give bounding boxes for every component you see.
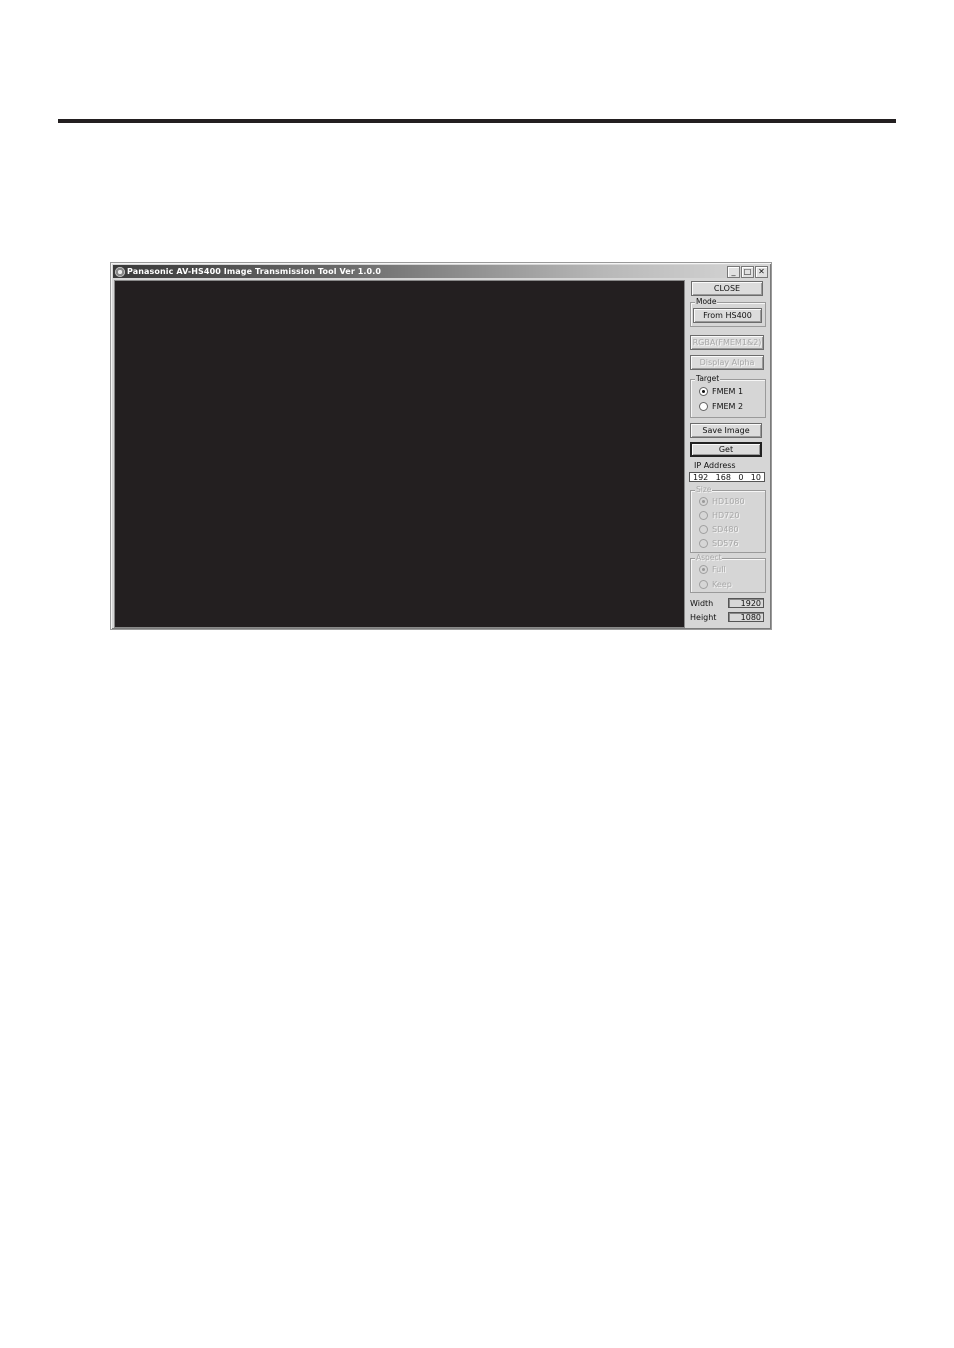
width-label: Width bbox=[690, 599, 714, 608]
target-fmem1-radio[interactable]: FMEM 1 bbox=[699, 387, 743, 396]
ip-octet-3[interactable]: 0 bbox=[738, 473, 743, 482]
radio-label: Full bbox=[712, 565, 726, 574]
aspect-keep-radio[interactable]: Keep bbox=[699, 580, 732, 589]
close-window-button[interactable]: ✕ bbox=[755, 266, 768, 278]
mode-group: Mode From HS400 bbox=[690, 297, 766, 327]
radio-unchecked-icon[interactable] bbox=[699, 525, 708, 534]
aspect-group: Aspect Full Keep bbox=[690, 553, 766, 593]
save-image-button[interactable]: Save Image bbox=[690, 423, 762, 438]
height-field[interactable]: 1080 bbox=[728, 612, 764, 622]
radio-label: FMEM 2 bbox=[712, 402, 744, 411]
ip-address-field[interactable]: 192 168 0 10 bbox=[689, 472, 765, 482]
radio-checked-icon[interactable] bbox=[699, 497, 708, 506]
radio-checked-icon[interactable] bbox=[699, 387, 708, 396]
size-sd480-radio[interactable]: SD480 bbox=[699, 525, 739, 534]
display-alpha-button[interactable]: Display Alpha bbox=[690, 355, 764, 370]
width-field[interactable]: 1920 bbox=[728, 598, 764, 608]
minimize-button[interactable]: _ bbox=[727, 266, 740, 278]
ip-octet-1[interactable]: 192 bbox=[693, 473, 708, 482]
size-hd1080-radio[interactable]: HD1080 bbox=[699, 497, 745, 506]
aspect-label: Aspect bbox=[695, 553, 723, 562]
target-group: Target FMEM 1 FMEM 2 bbox=[690, 374, 766, 418]
page-header-rule bbox=[58, 119, 896, 123]
image-preview-area bbox=[114, 280, 685, 628]
target-fmem2-radio[interactable]: FMEM 2 bbox=[699, 402, 743, 411]
ip-octet-4[interactable]: 10 bbox=[751, 473, 761, 482]
radio-unchecked-icon[interactable] bbox=[699, 539, 708, 548]
title-bar[interactable]: Panasonic AV-HS400 Image Transmission To… bbox=[113, 265, 769, 278]
mode-label: Mode bbox=[695, 297, 718, 306]
target-label: Target bbox=[695, 374, 721, 383]
radio-label: SD480 bbox=[712, 525, 739, 534]
panasonic-app-icon bbox=[115, 266, 125, 277]
maximize-button[interactable]: □ bbox=[741, 266, 754, 278]
size-group: Size HD1080 HD720 SD480 SD576 bbox=[690, 485, 766, 553]
radio-label: Keep bbox=[712, 580, 732, 589]
radio-unchecked-icon[interactable] bbox=[699, 402, 708, 411]
radio-unchecked-icon[interactable] bbox=[699, 580, 708, 589]
get-button[interactable]: Get bbox=[690, 442, 762, 457]
from-hs400-button[interactable]: From HS400 bbox=[693, 308, 762, 323]
close-button[interactable]: CLOSE bbox=[691, 281, 763, 296]
ip-address-label: IP Address bbox=[694, 461, 736, 470]
size-sd576-radio[interactable]: SD576 bbox=[699, 539, 739, 548]
radio-unchecked-icon[interactable] bbox=[699, 511, 708, 520]
height-label: Height bbox=[690, 613, 717, 622]
radio-checked-icon[interactable] bbox=[699, 565, 708, 574]
app-window: Panasonic AV-HS400 Image Transmission To… bbox=[110, 262, 772, 630]
window-title: Panasonic AV-HS400 Image Transmission To… bbox=[127, 267, 382, 276]
aspect-full-radio[interactable]: Full bbox=[699, 565, 726, 574]
rgba-fmem-button[interactable]: RGBA(FMEM1&2) bbox=[690, 335, 764, 350]
radio-label: SD576 bbox=[712, 539, 739, 548]
control-panel: CLOSE Mode From HS400 RGBA(FMEM1&2) Disp… bbox=[689, 280, 769, 626]
ip-octet-2[interactable]: 168 bbox=[716, 473, 731, 482]
radio-label: HD720 bbox=[712, 511, 740, 520]
radio-label: HD1080 bbox=[712, 497, 745, 506]
window-controls: _ □ ✕ bbox=[727, 266, 768, 278]
size-hd720-radio[interactable]: HD720 bbox=[699, 511, 739, 520]
size-label: Size bbox=[695, 485, 713, 494]
radio-label: FMEM 1 bbox=[712, 387, 744, 396]
